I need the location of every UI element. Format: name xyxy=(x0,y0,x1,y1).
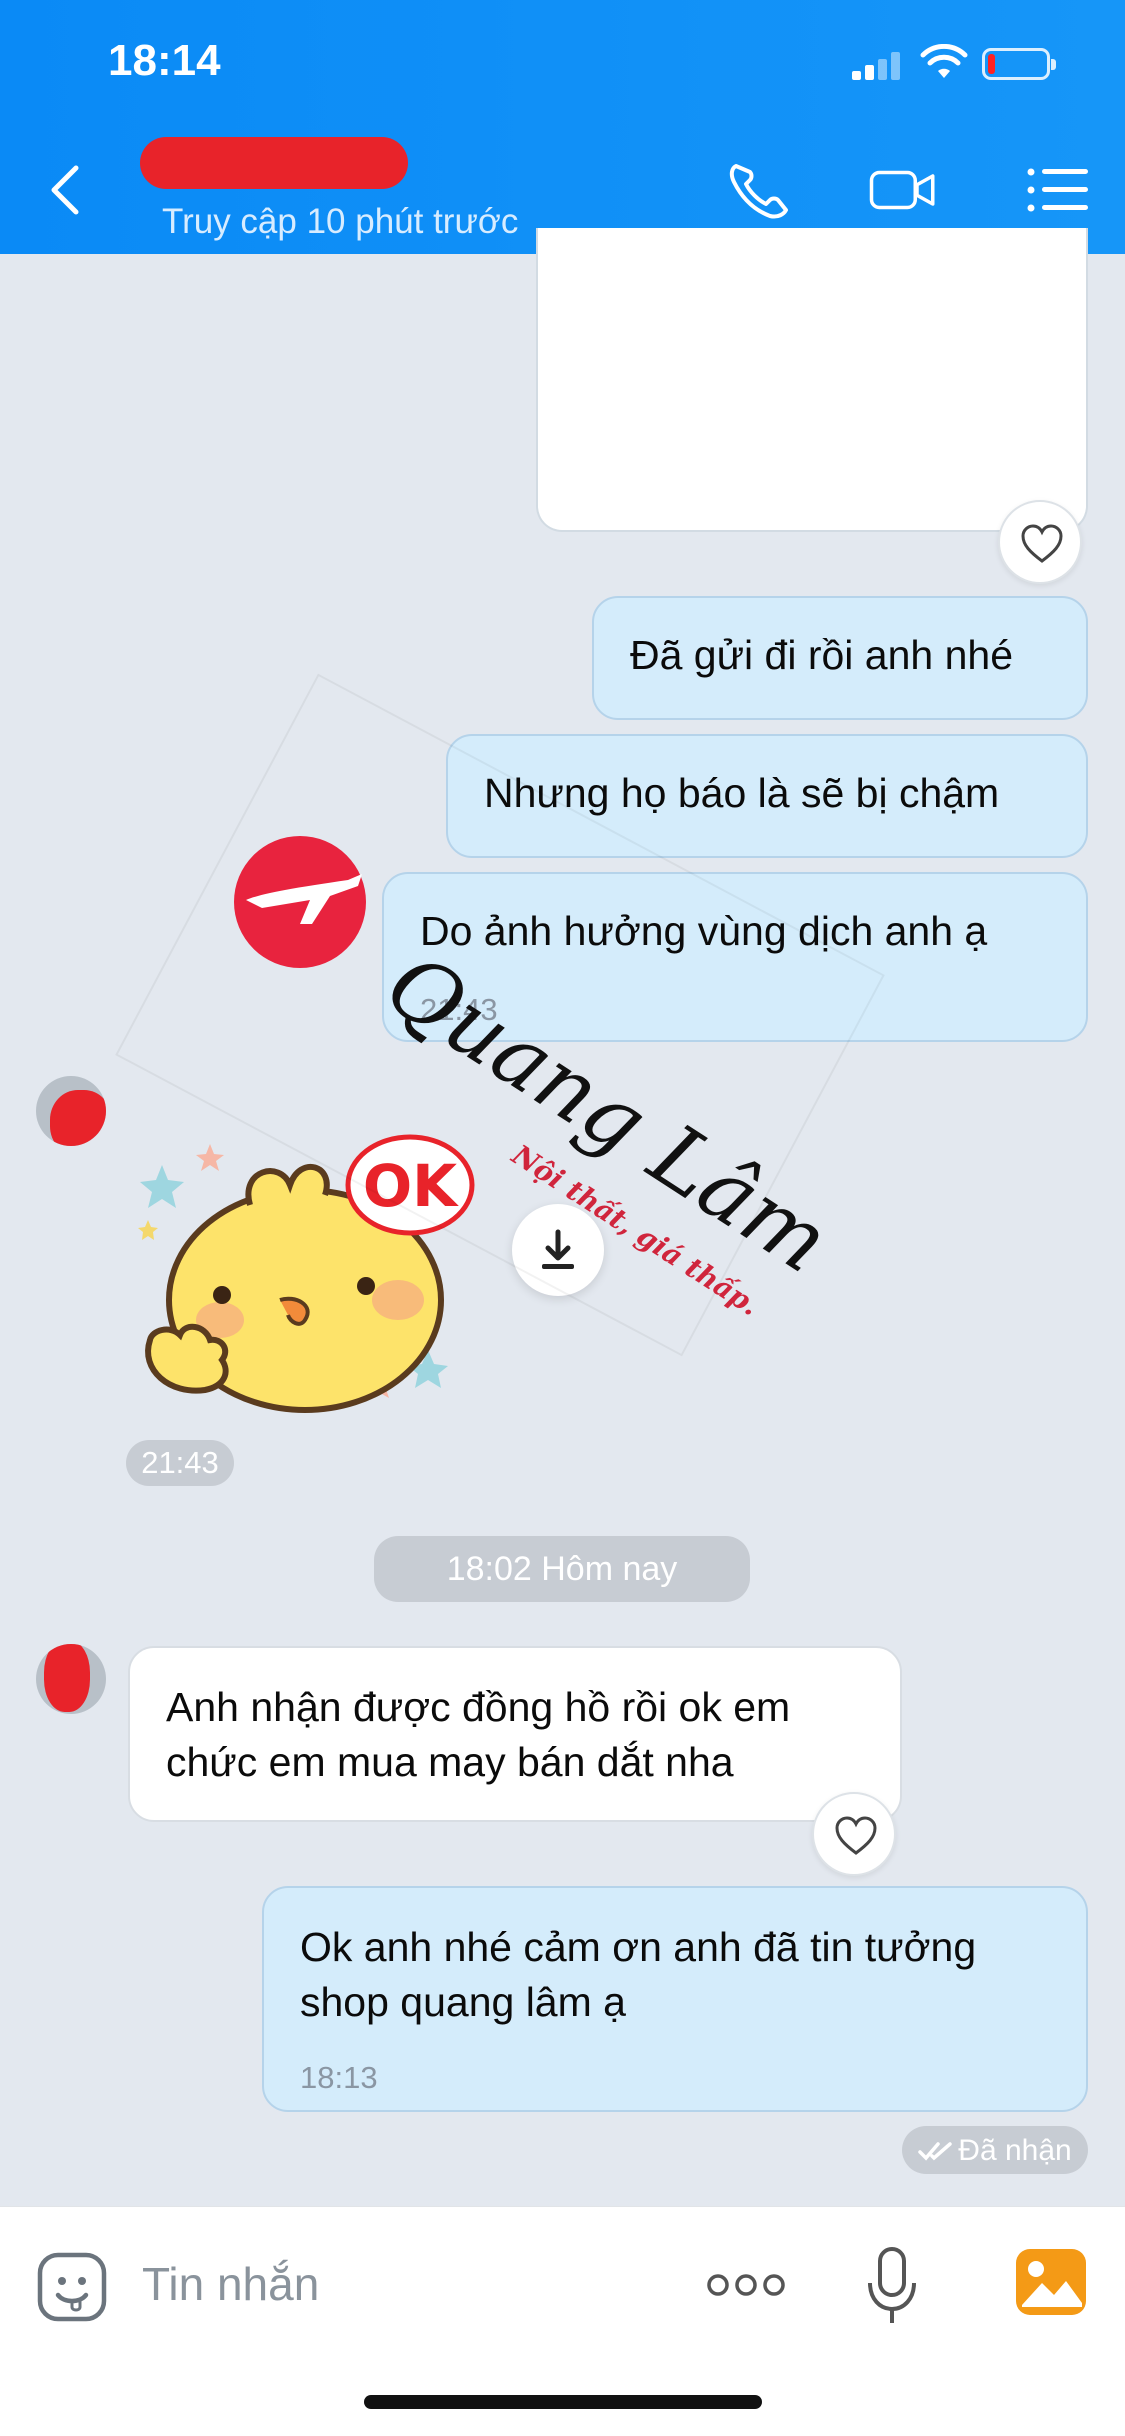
react-button[interactable] xyxy=(998,500,1082,584)
message-text: Ok anh nhé cảm ơn anh đã tin tưởng shop … xyxy=(300,1924,977,2025)
message-time: 18:13 xyxy=(300,2060,378,2095)
message-input[interactable]: Tin nhắn xyxy=(142,2257,319,2311)
message-text: Đã gửi đi rồi anh nhé xyxy=(630,632,1014,678)
home-indicator xyxy=(364,2395,762,2409)
delivery-status-text: Đã nhận xyxy=(958,2134,1072,2168)
last-seen-status: Truy cập 10 phút trước xyxy=(162,202,519,241)
message-bubble-outgoing[interactable]: Do ảnh hưởng vùng dịch anh ạ 21:43 xyxy=(382,872,1088,1042)
delivery-status: Đã nhận xyxy=(902,2126,1088,2174)
heart-icon xyxy=(1021,524,1063,563)
message-bubble-outgoing[interactable]: Ok anh nhé cảm ơn anh đã tin tưởng shop … xyxy=(262,1886,1088,2112)
microphone-icon[interactable] xyxy=(866,2245,918,2327)
double-check-icon xyxy=(918,2142,953,2161)
back-icon[interactable] xyxy=(40,160,90,220)
message-time: 21:43 xyxy=(420,992,498,1027)
phone-icon[interactable] xyxy=(724,158,794,222)
message-bubble-outgoing[interactable]: Đã gửi đi rồi anh nhé xyxy=(592,596,1088,720)
date-separator: 18:02 Hôm nay xyxy=(374,1536,750,1602)
status-time: 18:14 xyxy=(108,36,221,85)
media-message[interactable] xyxy=(536,228,1088,532)
battery-icon xyxy=(982,48,1056,80)
avatar[interactable] xyxy=(36,1076,106,1146)
svg-text:OK: OK xyxy=(363,1152,459,1220)
ok-sticker[interactable]: OK xyxy=(130,1110,490,1420)
message-text: Anh nhận được đồng hồ rồi ok em chức em … xyxy=(166,1684,791,1785)
message-bubble-incoming[interactable]: Anh nhận được đồng hồ rồi ok em chức em … xyxy=(128,1646,902,1822)
heart-icon xyxy=(835,1816,877,1855)
download-icon xyxy=(542,1229,574,1269)
react-button[interactable] xyxy=(812,1792,896,1876)
sticker-emoji-icon[interactable] xyxy=(36,2251,108,2323)
chat-header: 18:14 Truy cập 10 phút trước xyxy=(0,0,1125,254)
menu-list-icon[interactable] xyxy=(1024,158,1094,222)
message-time: 21:43 xyxy=(126,1440,234,1486)
cellular-signal-icon xyxy=(852,52,900,80)
message-text: Do ảnh hưởng vùng dịch anh ạ xyxy=(420,908,988,954)
message-bubble-outgoing[interactable]: Nhưng họ báo là sẽ bị chậm xyxy=(446,734,1088,858)
download-button[interactable] xyxy=(512,1204,604,1296)
wifi-icon xyxy=(920,44,968,78)
message-text: Nhưng họ báo là sẽ bị chậm xyxy=(484,770,1000,816)
more-options-icon[interactable] xyxy=(706,2271,786,2299)
star-icon xyxy=(140,1165,184,1208)
avatar[interactable] xyxy=(36,1644,106,1714)
gallery-photo-icon[interactable] xyxy=(1014,2247,1088,2317)
contact-name-redacted[interactable] xyxy=(140,137,408,189)
video-call-icon[interactable] xyxy=(868,158,938,222)
